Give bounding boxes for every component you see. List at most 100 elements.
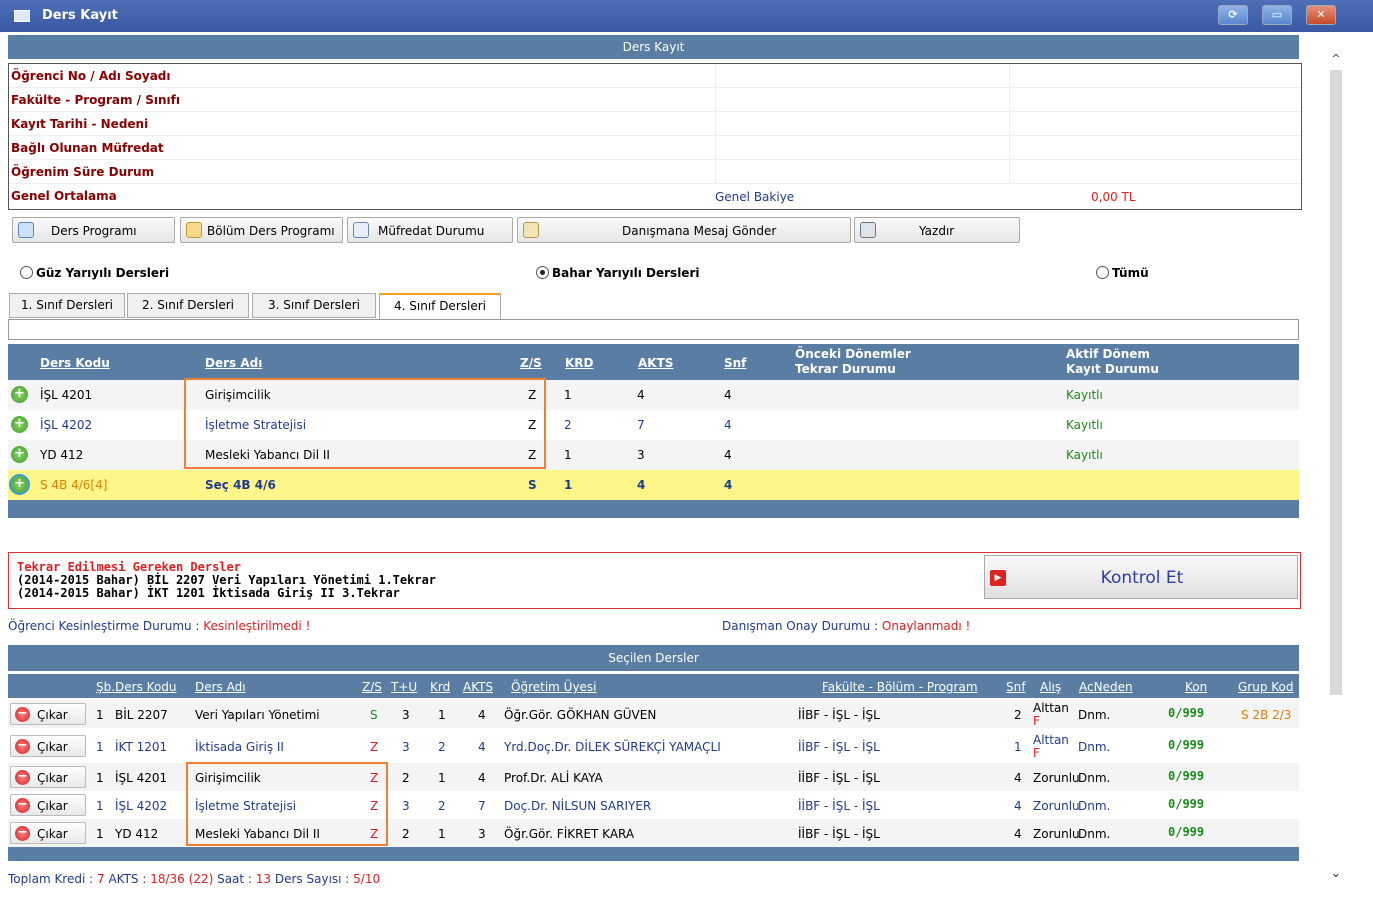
cell-tu: 2 [402,771,410,785]
cikar-button[interactable]: − Çıkar [10,794,86,816]
info-label: Öğrenim Süre Durum [11,165,155,179]
vertical-scrollbar[interactable]: ^ [1328,32,1373,899]
danismana-mesaj-button[interactable]: Danışmana Mesaj Gönder [517,217,851,243]
cell-tu: 3 [402,740,410,754]
info-label: Genel Ortalama [11,189,117,203]
cell-sb: 1 [96,708,104,722]
radio-tumu[interactable]: Tümü [1096,266,1149,280]
cell-ad: Veri Yapıları Yönetimi [195,708,320,722]
header-snf[interactable]: Snf [724,356,746,370]
tab-4-sinif[interactable]: 4. Sınıf Dersleri [379,293,501,319]
header-krd[interactable]: Krd [430,680,450,694]
scroll-thumb[interactable] [1330,70,1342,695]
cell-tu: 2 [402,827,410,841]
close-icon[interactable]: ✕ [1306,5,1336,25]
cikar-button[interactable]: − Çıkar [10,822,86,844]
cell-ogretim-uyesi: Doç.Dr. NİLSUN SARIYER [504,799,652,813]
header-sb-ders-kodu[interactable]: Şb.Ders Kodu [96,680,177,694]
course-krd: 1 [564,388,572,402]
refresh-icon[interactable]: ⟳ [1218,5,1248,25]
add-icon[interactable]: + [11,386,28,403]
radio-label: Bahar Yarıyılı Dersleri [552,266,700,280]
header-akts[interactable]: AKTS [463,680,493,694]
cell-tu: 3 [402,708,410,722]
radio-bahar[interactable]: Bahar Yarıyılı Dersleri [536,266,699,280]
course-snf: 4 [724,418,732,432]
header-akts[interactable]: AKTS [638,356,673,370]
header-fakulte[interactable]: Fakülte - Bölüm - Program [822,680,978,694]
cell-fakulte: İİBF - İŞL - İŞL [798,708,880,722]
radio-circle[interactable] [20,266,33,279]
total-label: Ders Sayısı : [271,872,354,886]
course-status: Kayıtlı [1066,418,1103,432]
course-snf: 4 [724,478,733,492]
restore-icon[interactable]: ▭ [1262,5,1292,25]
course-name: Seç 4B 4/6 [205,478,276,492]
header-zs[interactable]: Z/S [520,356,542,370]
radio-circle[interactable] [1096,266,1109,279]
header-kon[interactable]: Kon [1185,680,1207,694]
tab-3-sinif[interactable]: 3. Sınıf Dersleri [252,293,376,318]
button-label: Yazdır [919,224,955,238]
total-label: AKTS : [104,872,151,886]
cikar-button[interactable]: − Çıkar [10,766,86,788]
info-row: Kayıt Tarihi - Nedeni [9,112,1301,136]
header-zs[interactable]: Z/S [362,680,382,694]
header-alis[interactable]: Alış [1040,680,1061,694]
course-snf: 4 [724,388,732,402]
cell-snf: 4 [1014,799,1022,813]
section-title: Ders Kayıt [8,35,1299,59]
selected-table-footer [8,847,1299,861]
cell-sb: 1 [96,827,104,841]
cell-ogretim-uyesi: Yrd.Doç.Dr. DİLEK SÜREKÇİ YAMAÇLI [504,740,721,754]
header-grup-kod[interactable]: Grup Kod [1238,680,1294,694]
header-ogretim-uyesi[interactable]: Öğretim Üyesi [511,680,597,694]
ders-programi-button[interactable]: Ders Programı [12,217,175,243]
button-label: Ders Programı [51,224,137,238]
cikar-button[interactable]: − Çıkar [10,735,86,757]
add-icon[interactable]: + [9,474,30,495]
cell-kod: YD 412 [115,827,159,841]
button-label: Çıkar [37,799,68,813]
cell-alis: Zorunlu [1033,771,1080,785]
total-value: 13 [255,872,272,886]
header-ders-adi[interactable]: Ders Adı [195,680,246,694]
remove-icon: − [15,707,30,722]
highlight-box [186,762,388,846]
course-code: S 4B 4/6[4] [40,478,108,492]
header-ders-kodu[interactable]: Ders Kodu [40,356,110,370]
button-label: Kontrol Et [1100,568,1184,588]
kontrol-et-button[interactable]: ▶ Kontrol Et [984,555,1298,599]
yazdir-button[interactable]: Yazdır [854,217,1020,243]
header-ders-adi[interactable]: Ders Adı [205,356,262,370]
radio-circle[interactable] [536,266,549,279]
course-code: İŞL 4201 [40,388,93,402]
mufredat-durumu-button[interactable]: Müfredat Durumu [347,217,513,243]
header-snf[interactable]: Snf [1006,680,1025,694]
cell-acneden: Dnm. [1078,740,1111,754]
header-aktif-1: Aktif Dönem [1066,347,1150,361]
cell-kod: İŞL 4201 [115,771,168,785]
cikar-button[interactable]: − Çıkar [10,703,86,725]
course-akts: 7 [637,418,645,432]
add-icon[interactable]: + [11,446,28,463]
bolum-ders-programi-button[interactable]: Bölüm Ders Programı [180,217,343,243]
filter-input[interactable] [8,319,1299,340]
scroll-down-icon[interactable]: ⌄ [1328,866,1344,881]
onay-status: Danışman Onay Durumu : Onaylanmadı ! [722,619,970,633]
scroll-up-icon[interactable]: ^ [1328,52,1344,65]
radio-guz[interactable]: Güz Yarıyılı Dersleri [20,266,169,280]
cell-alis: Alttan [1033,701,1069,715]
add-icon[interactable]: + [11,416,28,433]
tab-1-sinif[interactable]: 1. Sınıf Dersleri [9,293,125,318]
header-tu[interactable]: T+U [391,680,417,694]
cell-snf: 1 [1014,740,1022,754]
balance-value: 0,00 TL [1091,190,1136,204]
header-krd[interactable]: KRD [565,356,594,370]
cell-snf: 4 [1014,827,1022,841]
header-acneden[interactable]: AcNeden [1079,680,1133,694]
clock-icon [18,222,34,238]
tab-2-sinif[interactable]: 2. Sınıf Dersleri [127,293,249,318]
button-label: Danışmana Mesaj Gönder [622,224,777,238]
cell-alis: Zorunlu [1033,827,1080,841]
